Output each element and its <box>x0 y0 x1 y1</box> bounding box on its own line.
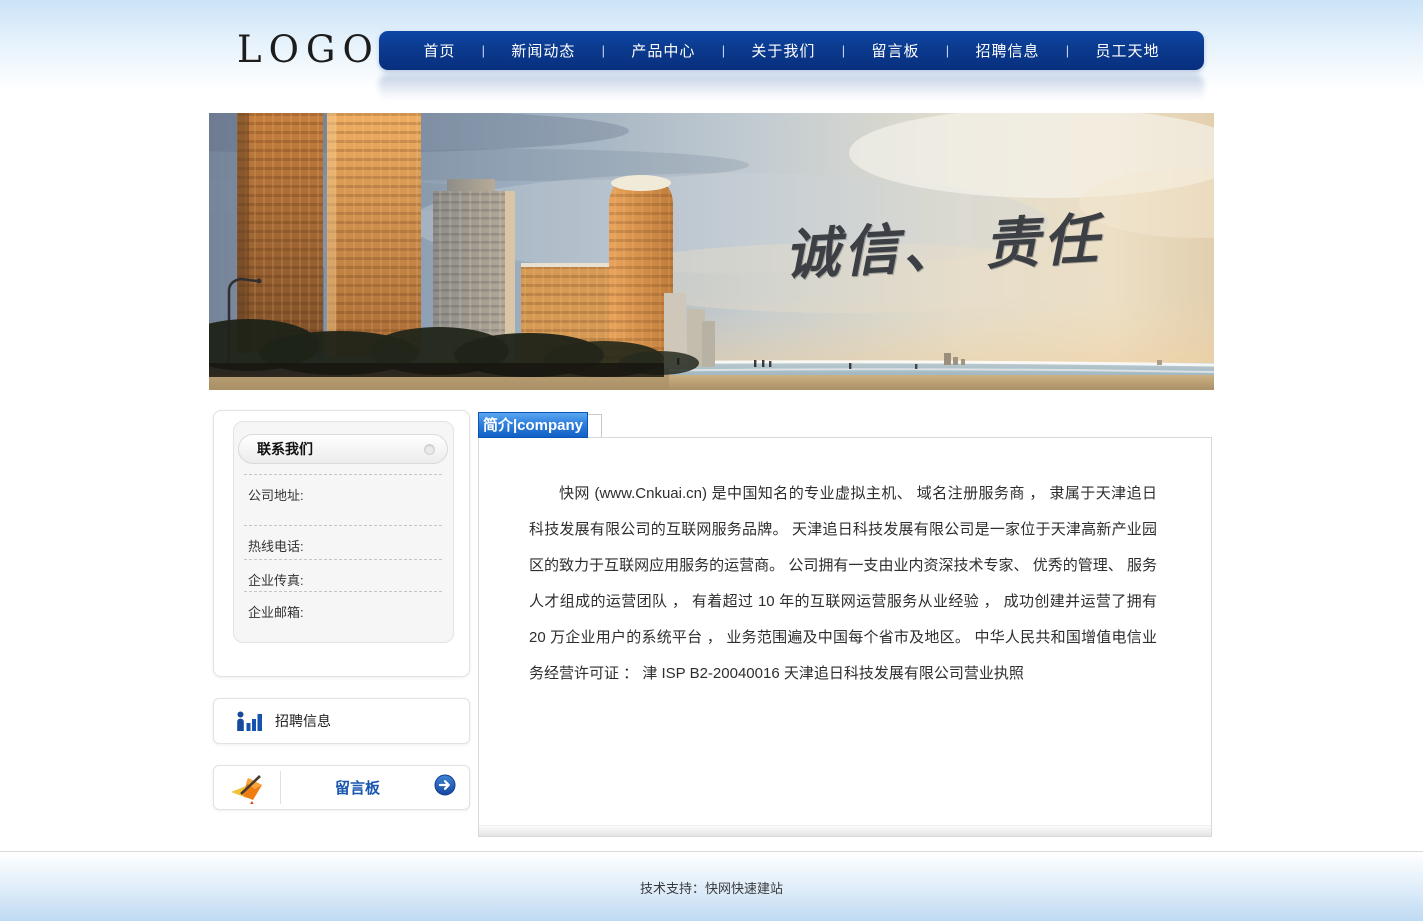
arrow-right-icon[interactable] <box>434 774 456 801</box>
company-intro-text: 快网 (www.Cnkuai.cn) 是中国知名的专业虚拟主机、 域名注册服务商… <box>529 476 1157 692</box>
panel-footer-strip <box>479 825 1211 836</box>
nav-separator: | <box>842 43 845 58</box>
nav-item-staff[interactable]: 员工天地 <box>1096 40 1160 61</box>
contact-label-phone: 热线电话: <box>248 539 304 554</box>
contact-row-address: 公司地址: <box>244 474 442 525</box>
company-intro-panel: 快网 (www.Cnkuai.cn) 是中国知名的专业虚拟主机、 域名注册服务商… <box>478 437 1212 837</box>
contact-title: 联系我们 <box>257 439 424 459</box>
content-section: 简介|company 快网 (www.Cnkuai.cn) 是中国知名的专业虚拟… <box>478 405 1212 851</box>
main-area: 联系我们 公司地址: 热线电话: 企业传真: 企业 <box>209 405 1214 851</box>
nav-item-news[interactable]: 新闻动态 <box>511 40 575 61</box>
main-nav: 首页 | 新闻动态 | 产品中心 | 关于我们 | 留言板 | 招聘信息 | 员… <box>379 31 1204 70</box>
bullet-circle-icon <box>424 444 435 455</box>
contact-label-address: 公司地址: <box>248 488 304 503</box>
site-logo: LOGO <box>237 28 380 71</box>
contact-panel: 联系我们 公司地址: 热线电话: 企业传真: 企业 <box>233 421 454 643</box>
contact-row-phone: 热线电话: <box>244 525 442 559</box>
bar-chart-person-icon <box>236 710 264 732</box>
page: LOGO 首页 | 新闻动态 | 产品中心 | 关于我们 | 留言板 | 招聘信… <box>0 0 1423 921</box>
contact-row-fax: 企业传真: <box>244 559 442 591</box>
content-column: LOGO 首页 | 新闻动态 | 产品中心 | 关于我们 | 留言板 | 招聘信… <box>209 0 1214 851</box>
nav-item-about[interactable]: 关于我们 <box>751 40 815 61</box>
nav-separator: | <box>1066 43 1069 58</box>
nav-item-home[interactable]: 首页 <box>423 40 455 61</box>
nav-separator: | <box>482 43 485 58</box>
nav-separator: | <box>722 43 725 58</box>
footer-divider <box>0 851 1423 852</box>
nav-reflection <box>379 74 1204 100</box>
contact-header: 联系我们 <box>238 434 448 464</box>
contact-row-email: 企业邮箱: <box>244 591 442 634</box>
guestbook-link-label: 留言板 <box>281 777 434 798</box>
jobs-link-box[interactable]: 招聘信息 <box>213 698 470 744</box>
guestbook-pen-icon <box>214 772 280 804</box>
contact-label-email: 企业邮箱: <box>248 605 304 620</box>
nav-item-products[interactable]: 产品中心 <box>631 40 695 61</box>
footer-credit: 技术支持：快网快速建站 <box>0 878 1423 897</box>
sidebar: 联系我们 公司地址: 热线电话: 企业传真: 企业 <box>213 405 470 851</box>
contact-label-fax: 企业传真: <box>248 573 304 588</box>
nav-separator: | <box>946 43 949 58</box>
guestbook-link-box[interactable]: 留言板 <box>213 765 470 810</box>
nav-item-guestbook[interactable]: 留言板 <box>871 40 919 61</box>
hero-banner-image: 诚信、 责任 <box>209 113 1214 390</box>
nav-separator: | <box>602 43 605 58</box>
contact-box: 联系我们 公司地址: 热线电话: 企业传真: 企业 <box>213 410 470 677</box>
tab-company-intro[interactable]: 简介|company <box>478 412 588 438</box>
nav-item-jobs[interactable]: 招聘信息 <box>975 40 1039 61</box>
site-header: LOGO 首页 | 新闻动态 | 产品中心 | 关于我们 | 留言板 | 招聘信… <box>209 0 1214 113</box>
jobs-link-label: 招聘信息 <box>275 711 331 731</box>
